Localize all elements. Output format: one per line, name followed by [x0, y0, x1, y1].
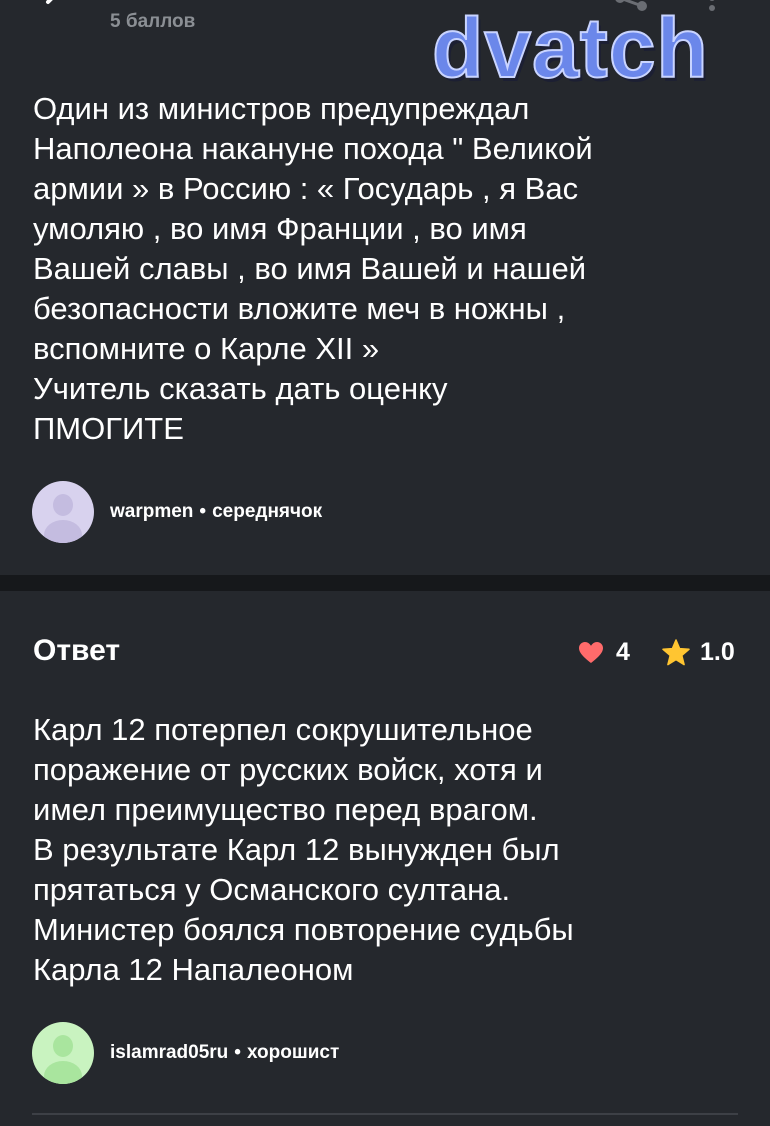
author-separator: • [199, 501, 207, 522]
author-name[interactable]: warpmen [110, 501, 193, 523]
bottom-divider [32, 1113, 738, 1115]
avatar[interactable] [32, 1022, 94, 1084]
answer-title: Ответ [33, 634, 121, 667]
chevron-left-icon[interactable] [36, 0, 66, 16]
star-icon [662, 639, 690, 666]
author-name[interactable]: islamrad05ru [110, 1042, 228, 1064]
section-divider [0, 575, 770, 591]
rating-display: 1.0 [662, 638, 735, 667]
answer-author[interactable]: islamrad05ru • хорошист [32, 1021, 339, 1085]
author-rank: середнячок [212, 501, 323, 522]
avatar-head [53, 494, 73, 516]
author-rank: хорошист [246, 1042, 340, 1063]
author-separator: • [234, 1042, 241, 1063]
rating-value: 1.0 [700, 638, 735, 666]
question-author[interactable]: warpmen • середнячок [32, 480, 322, 544]
avatar[interactable] [32, 481, 94, 543]
likes-count: 4 [616, 638, 630, 666]
avatar-body [44, 1061, 82, 1084]
avatar-head [53, 1035, 73, 1057]
likes-counter[interactable]: 4 [578, 638, 630, 667]
question-text: Один из министров предупреждал Наполеона… [33, 91, 593, 446]
watermark-logo: dvatch [431, 1, 709, 95]
heart-icon[interactable] [578, 641, 604, 665]
answer-text: Карл 12 потерпел сокрушительное поражени… [33, 712, 574, 987]
avatar-body [44, 520, 82, 543]
points-label: 5 баллов [110, 11, 196, 32]
